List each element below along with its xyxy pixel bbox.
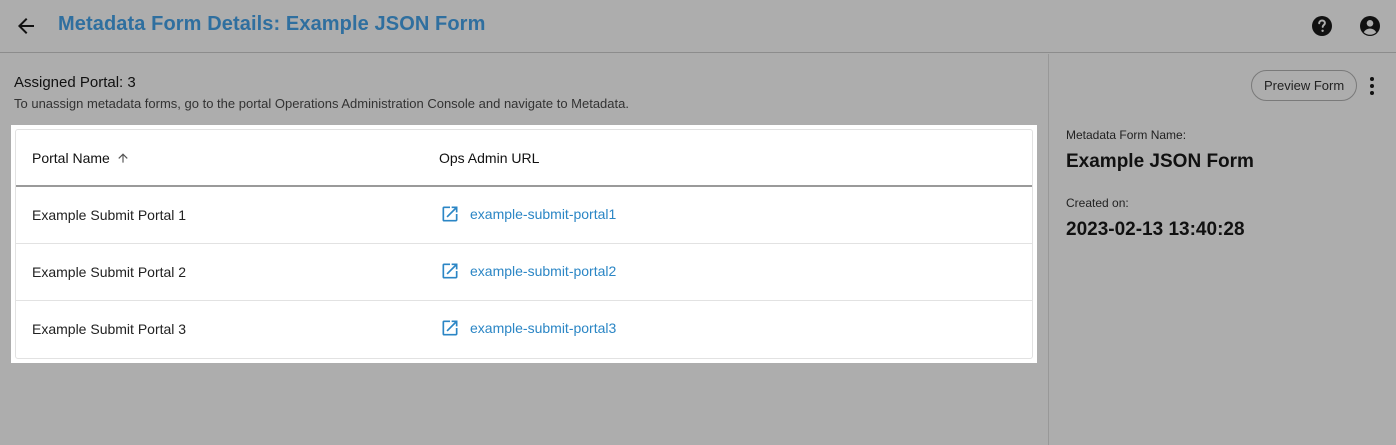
- assigned-portal-count: Assigned Portal: 3: [14, 74, 136, 91]
- ops-admin-link-text: example-submit-portal1: [470, 206, 617, 222]
- account-button[interactable]: [1358, 14, 1382, 38]
- arrow-left-icon: [18, 18, 34, 34]
- open-in-new-icon: [442, 263, 458, 279]
- portal-name-cell: Example Submit Portal 1: [32, 207, 187, 223]
- ops-admin-link-text: example-submit-portal3: [470, 320, 617, 336]
- arrow-up-icon: [118, 153, 128, 163]
- column-header-portal-name[interactable]: Portal Name: [32, 150, 130, 166]
- column-header-label: Portal Name: [32, 150, 110, 166]
- portal-table: Portal Name Ops Admin URL Example Submit…: [15, 129, 1033, 359]
- help-circle-icon: [1312, 16, 1332, 36]
- table-row: Example Submit Portal 1 example-submit-p…: [16, 187, 1032, 244]
- more-options-button[interactable]: [1367, 74, 1377, 98]
- table-header: Portal Name Ops Admin URL: [16, 130, 1032, 187]
- table-row: Example Submit Portal 2 example-submit-p…: [16, 244, 1032, 301]
- account-circle-icon: [1360, 16, 1380, 36]
- ops-admin-link[interactable]: example-submit-portal2: [440, 261, 616, 281]
- form-name-label: Metadata Form Name:: [1066, 128, 1187, 142]
- open-in-new-icon: [442, 320, 458, 336]
- ops-admin-link[interactable]: example-submit-portal3: [440, 318, 616, 338]
- help-button[interactable]: [1310, 14, 1334, 38]
- form-name-value: Example JSON Form: [1066, 151, 1254, 172]
- page-title: Metadata Form Details: Example JSON Form: [58, 13, 486, 35]
- portal-table-container: Portal Name Ops Admin URL Example Submit…: [11, 125, 1037, 363]
- ops-admin-link[interactable]: example-submit-portal1: [440, 204, 616, 224]
- column-header-label: Ops Admin URL: [439, 150, 540, 166]
- open-in-new-icon: [442, 206, 458, 222]
- ops-admin-link-text: example-submit-portal2: [470, 263, 617, 279]
- more-vertical-icon: [1370, 77, 1374, 95]
- main-panel: Assigned Portal: 3 To unassign metadata …: [0, 54, 1048, 445]
- column-header-ops-admin-url: Ops Admin URL: [439, 150, 539, 166]
- portal-name-cell: Example Submit Portal 2: [32, 264, 187, 280]
- app-header: Metadata Form Details: Example JSON Form: [0, 0, 1396, 53]
- back-button[interactable]: [14, 14, 38, 38]
- details-sidebar: Preview Form Metadata Form Name: Example…: [1048, 54, 1396, 445]
- created-on-label: Created on:: [1066, 196, 1129, 210]
- unassign-hint: To unassign metadata forms, go to the po…: [14, 96, 629, 111]
- table-row: Example Submit Portal 3 example-submit-p…: [16, 301, 1032, 358]
- preview-form-button[interactable]: Preview Form: [1251, 70, 1358, 101]
- created-on-value: 2023-02-13 13:40:28: [1066, 219, 1245, 240]
- portal-name-cell: Example Submit Portal 3: [32, 321, 187, 337]
